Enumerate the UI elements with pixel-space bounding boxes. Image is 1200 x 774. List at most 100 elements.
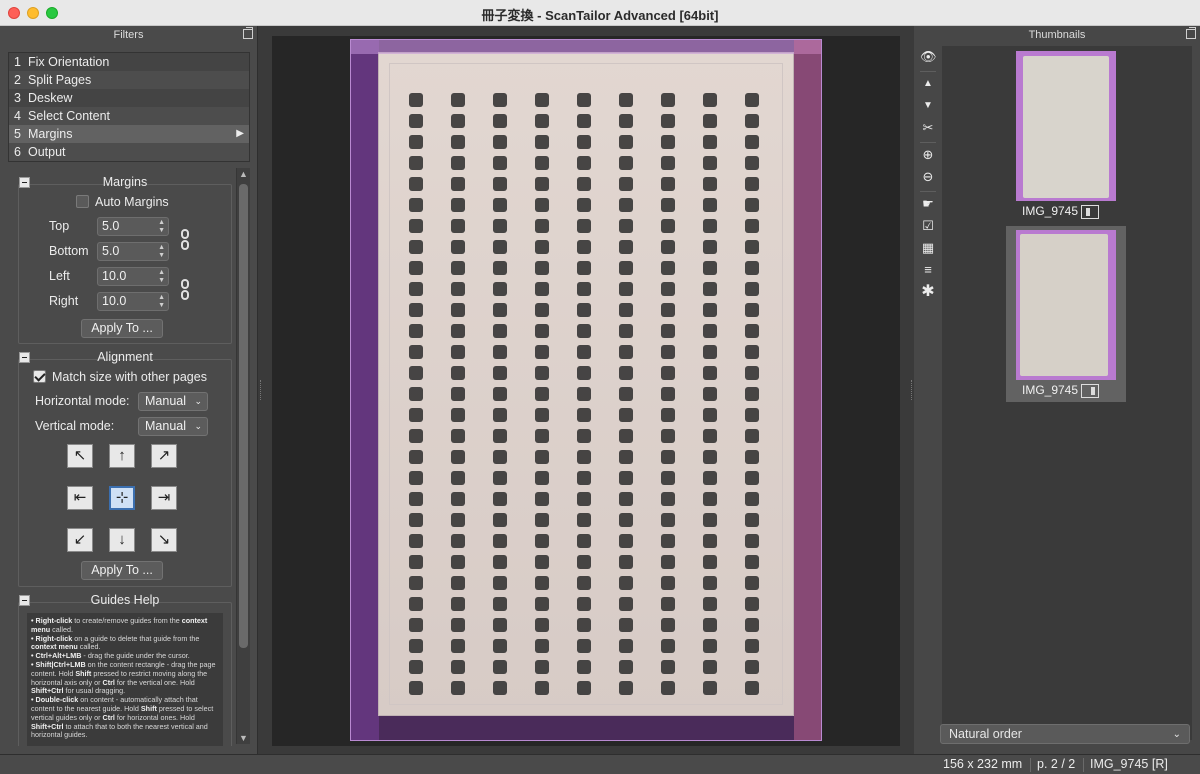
scrollbar-thumb[interactable] (239, 184, 248, 648)
margins-group: Margins Auto Margins Top 5.0 ▲ ▼ Bottom 5.… (18, 175, 232, 344)
text-column (447, 93, 469, 713)
play-arrow-icon[interactable]: ▶ (236, 125, 244, 143)
cut-icon[interactable]: ✂ (920, 120, 936, 136)
sort-icon[interactable]: ≡ (920, 262, 936, 278)
left-margin-spinbox[interactable]: 10.0 ▲ ▼ (97, 267, 169, 286)
spin-arrows-icon[interactable]: ▲ ▼ (158, 219, 165, 235)
horizontal-mode-select[interactable]: Manual ⌄ (138, 392, 208, 411)
alignment-apply-to-button[interactable]: Apply To ... (81, 561, 163, 580)
thumbnail-sort-select[interactable]: Natural order ⌄ (940, 724, 1190, 744)
filters-panel-title: Filters (113, 29, 144, 41)
align-bottom-right-button[interactable]: ↘ (151, 528, 177, 552)
bottom-margin-value: 5.0 (102, 244, 120, 258)
align-bottom-button[interactable]: ↓ (109, 528, 135, 552)
horizontal-mode-label: Horizontal mode: (35, 394, 130, 408)
scroll-down-icon[interactable]: ▼ (239, 733, 248, 743)
margin-overlay-top (351, 40, 821, 54)
current-file: IMG_9745 [R] (1090, 757, 1168, 771)
margins-apply-to-button[interactable]: Apply To ... (81, 319, 163, 338)
thumbnail-image (1016, 51, 1116, 201)
stage-number: 5 (14, 127, 21, 141)
auto-margins-checkbox[interactable] (76, 195, 89, 208)
scroll-up-icon[interactable]: ▲ (239, 169, 248, 179)
toolbar-separator (920, 191, 936, 192)
right-margin-value: 10.0 (102, 294, 127, 308)
page-preview-area[interactable] (272, 36, 900, 746)
text-column (615, 93, 637, 713)
align-top-button[interactable]: ↑ (109, 444, 135, 468)
stage-split-pages[interactable]: 2 Split Pages (9, 71, 249, 89)
page-image (378, 52, 794, 716)
left-label: Left (49, 269, 70, 283)
options-scrollbar[interactable]: ▲ ▼ (236, 168, 250, 744)
align-center-button[interactable]: ⊹ (109, 486, 135, 510)
left-margin-value: 10.0 (102, 269, 127, 283)
chevron-down-icon: ⌄ (194, 421, 202, 431)
match-size-checkbox[interactable] (33, 370, 46, 383)
guides-help-title: Guides Help (90, 593, 160, 607)
margins-group-title: Margins (102, 175, 148, 189)
match-size-label: Match size with other pages (52, 370, 207, 384)
grid-icon[interactable]: ▦ (920, 240, 936, 256)
hand-icon[interactable]: ☛ (920, 196, 936, 212)
left-page-icon (1081, 204, 1100, 219)
stage-output[interactable]: 6 Output (9, 143, 249, 161)
zoom-in-icon[interactable]: ⊕ (920, 147, 936, 163)
eye-icon[interactable]: 👁 (920, 49, 937, 65)
align-bottom-left-button[interactable]: ↙ (67, 528, 93, 552)
link-left-right-icon[interactable] (181, 279, 191, 301)
toolbar-separator (920, 71, 936, 72)
stage-fix-orientation[interactable]: 1 Fix Orientation (9, 53, 249, 71)
spin-arrows-icon[interactable]: ▲ ▼ (158, 294, 165, 310)
stage-number: 2 (14, 73, 21, 87)
thumbnail-list: IMG_9745 IMG_9745 (942, 46, 1192, 740)
stage-label: Select Content (28, 109, 110, 123)
thumbnail-page (1020, 234, 1108, 376)
margin-overlay-right (794, 40, 821, 740)
text-column (573, 93, 595, 713)
page-dimensions: 156 x 232 mm (943, 757, 1023, 771)
bottom-margin-spinbox[interactable]: 5.0 ▲ ▼ (97, 242, 169, 261)
float-dock-icon[interactable] (243, 27, 253, 39)
filters-panel: Filters 1 Fix Orientation 2 Split Pages 3D… (0, 26, 258, 754)
text-column (531, 93, 553, 713)
thumbnail-item-right[interactable]: IMG_9745 (1006, 226, 1126, 402)
top-margin-spinbox[interactable]: 5.0 ▲ ▼ (97, 217, 169, 236)
auto-margins-label: Auto Margins (95, 195, 169, 209)
stage-margins[interactable]: 5 Margins ▶ (9, 125, 249, 143)
stage-deskew[interactable]: 3 Deskew (9, 89, 249, 107)
previous-page-icon[interactable]: ▲ (920, 76, 936, 92)
align-top-left-button[interactable]: ↖ (67, 444, 93, 468)
right-margin-spinbox[interactable]: 10.0 ▲ ▼ (97, 292, 169, 311)
next-page-icon[interactable]: ▼ (920, 98, 936, 114)
page-counter: p. 2 / 2 (1037, 757, 1076, 771)
status-separator (1083, 758, 1084, 772)
asterisk-icon[interactable]: ✱ (920, 284, 936, 300)
top-label: Top (49, 219, 70, 233)
zoom-out-icon[interactable]: ⊖ (920, 169, 936, 185)
stage-label: Split Pages (28, 73, 92, 87)
alignment-group: Alignment Match size with other pages Ho… (18, 350, 232, 587)
spin-arrows-icon[interactable]: ▲ ▼ (158, 269, 165, 285)
vertical-mode-label: Vertical mode: (35, 419, 115, 433)
spin-arrows-icon[interactable]: ▲ ▼ (158, 244, 165, 260)
chevron-down-icon: ⌄ (194, 396, 202, 406)
stage-select-content[interactable]: 4 Select Content (9, 107, 249, 125)
left-splitter-handle[interactable] (260, 380, 263, 400)
text-column (405, 93, 427, 713)
status-bar: 156 x 232 mm p. 2 / 2 IMG_9745 [R] (0, 754, 1200, 774)
align-left-button[interactable]: ⇤ (67, 486, 93, 510)
link-top-bottom-icon[interactable] (181, 229, 191, 251)
status-separator (1030, 758, 1031, 772)
sort-order-value: Natural order (949, 727, 1022, 741)
float-dock-icon[interactable] (1186, 27, 1196, 39)
right-label: Right (49, 294, 79, 308)
chevron-down-icon: ⌄ (1172, 729, 1181, 740)
align-right-button[interactable]: ⇥ (151, 486, 177, 510)
vertical-mode-select[interactable]: Manual ⌄ (138, 417, 208, 436)
thumbnails-panel: Thumbnails 👁 ▲ ▼ ✂ ⊕ ⊖ ☛ ☑ ▦ ≡ ✱ IMG_974… (914, 26, 1200, 754)
align-top-right-button[interactable]: ↗ (151, 444, 177, 468)
thumbnail-item-left[interactable]: IMG_9745 (1016, 51, 1118, 223)
thumbnail-caption: IMG_9745 (1022, 383, 1100, 398)
checkbox-icon[interactable]: ☑ (920, 218, 936, 234)
